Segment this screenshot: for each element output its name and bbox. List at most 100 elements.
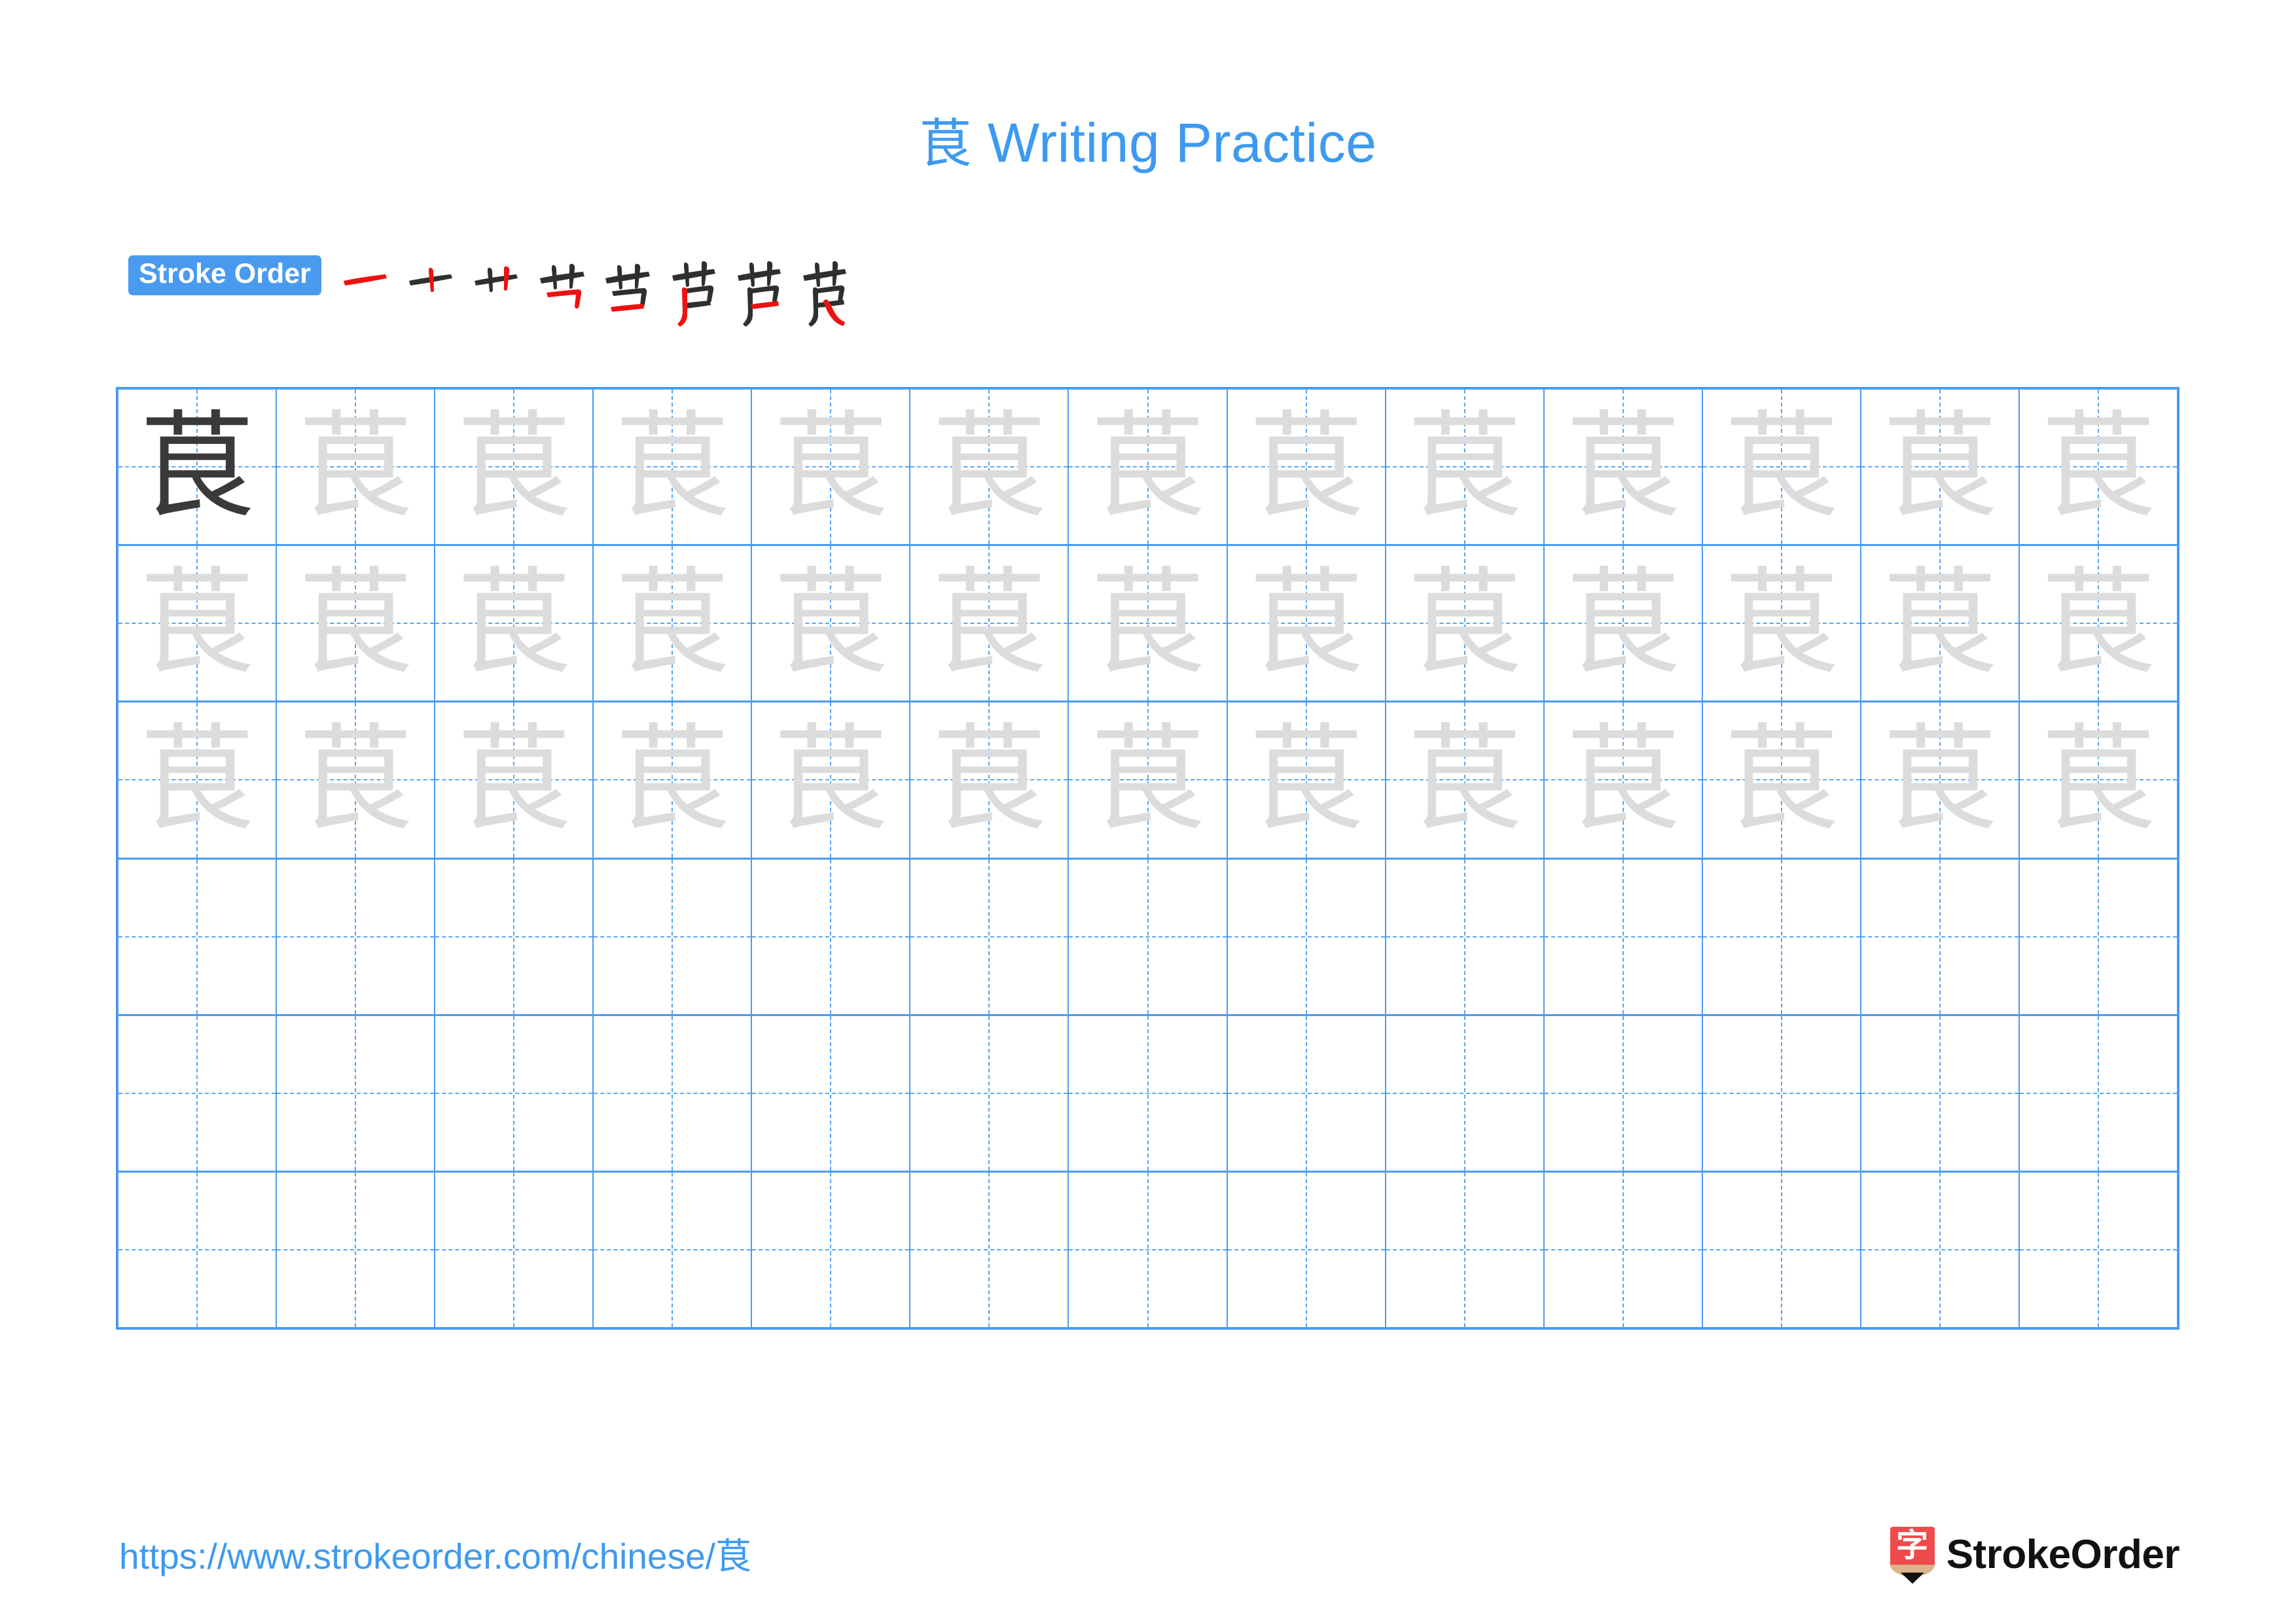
model-character: 茛: [139, 399, 255, 534]
trace-character: 茛: [1407, 712, 1522, 847]
practice-grid-cell[interactable]: 茛: [1228, 546, 1386, 701]
practice-grid-cell[interactable]: [1545, 859, 1703, 1014]
trace-character: 茛: [139, 556, 255, 691]
practice-grid-cell[interactable]: 茛: [2020, 702, 2177, 857]
practice-grid-cell[interactable]: [1861, 1172, 2020, 1328]
practice-grid-cell[interactable]: 茛: [277, 546, 436, 701]
practice-grid-cell[interactable]: [752, 859, 911, 1014]
practice-grid-cell[interactable]: 茛: [1228, 390, 1386, 545]
practice-grid-cell[interactable]: [2020, 1173, 2177, 1327]
practice-grid-cell[interactable]: [435, 1015, 594, 1171]
practice-grid-cell[interactable]: [1386, 859, 1545, 1014]
practice-grid-row: [118, 859, 2177, 1016]
page-title-text: Writing Practice: [972, 112, 1377, 173]
practice-grid-cell[interactable]: [1069, 1172, 1228, 1328]
practice-grid-cell[interactable]: [1069, 859, 1228, 1014]
practice-grid-cell[interactable]: [1228, 1172, 1386, 1328]
stroke-step-7: [728, 252, 794, 331]
practice-grid-cell[interactable]: 茛: [910, 546, 1069, 701]
practice-grid-cell[interactable]: 茛: [277, 702, 436, 858]
practice-grid-cell[interactable]: [118, 859, 278, 1014]
stroke-step-6: [663, 252, 728, 331]
practice-grid-cell[interactable]: 茛: [1861, 702, 2020, 858]
trace-character: 茛: [456, 556, 572, 691]
practice-grid-cell[interactable]: 茛: [1861, 546, 2020, 701]
practice-grid-cell[interactable]: [910, 1015, 1069, 1171]
practice-grid-cell[interactable]: 茛: [118, 702, 278, 858]
practice-grid-cell[interactable]: 茛: [1545, 390, 1703, 545]
practice-grid-cell[interactable]: [910, 1172, 1069, 1328]
practice-grid-cell[interactable]: 茛: [1861, 390, 2020, 545]
practice-grid-cell[interactable]: [1861, 1015, 2020, 1171]
practice-grid-cell[interactable]: 茛: [1545, 702, 1703, 858]
practice-grid-cell[interactable]: [594, 1015, 753, 1171]
practice-grid-cell[interactable]: [752, 1172, 911, 1328]
practice-grid-cell[interactable]: [1545, 1172, 1703, 1328]
practice-grid-cell[interactable]: 茛: [1545, 546, 1703, 701]
practice-grid-cell[interactable]: 茛: [1069, 702, 1228, 858]
page-title: 茛 Writing Practice: [0, 115, 2296, 170]
practice-grid-cell[interactable]: [277, 859, 436, 1014]
practice-grid-cell[interactable]: 茛: [910, 390, 1069, 545]
trace-character: 茛: [139, 712, 255, 847]
practice-grid-cell[interactable]: [1703, 1015, 1861, 1171]
practice-grid-cell[interactable]: [118, 1015, 278, 1171]
stroke-step-3: [467, 252, 532, 331]
practice-grid-cell[interactable]: 茛: [2020, 390, 2177, 544]
trace-character: 茛: [1882, 556, 1998, 691]
practice-grid-cell[interactable]: 茛: [118, 546, 278, 701]
trace-character: 茛: [1248, 712, 1364, 847]
practice-grid-cell[interactable]: [435, 859, 594, 1014]
practice-grid-cell[interactable]: 茛: [910, 702, 1069, 858]
practice-grid-cell[interactable]: 茛: [1386, 546, 1545, 701]
practice-grid-cell[interactable]: [1228, 1015, 1386, 1171]
practice-grid-cell[interactable]: 茛: [594, 546, 753, 701]
practice-grid-cell[interactable]: 茛: [435, 546, 594, 701]
practice-grid-cell[interactable]: [435, 1172, 594, 1328]
practice-grid-cell[interactable]: 茛: [594, 702, 753, 858]
trace-character: 茛: [2040, 556, 2156, 691]
practice-grid-cell[interactable]: 茛: [752, 546, 911, 701]
practice-grid-cell[interactable]: 茛: [2020, 546, 2177, 701]
practice-grid-cell[interactable]: [1703, 859, 1861, 1014]
practice-grid-cell[interactable]: 茛: [118, 390, 278, 545]
practice-grid-cell[interactable]: 茛: [752, 390, 911, 545]
trace-character: 茛: [456, 712, 572, 847]
practice-grid-cell[interactable]: [277, 1172, 436, 1328]
practice-grid-cell[interactable]: [277, 1015, 436, 1171]
practice-grid-cell[interactable]: [1228, 859, 1386, 1014]
practice-grid-cell[interactable]: [594, 859, 753, 1014]
practice-grid-cell[interactable]: 茛: [1703, 546, 1861, 701]
footer-url[interactable]: https://www.strokeorder.com/chinese/茛: [119, 1539, 751, 1575]
practice-grid-cell[interactable]: 茛: [1228, 702, 1386, 858]
practice-grid-cell[interactable]: [118, 1172, 278, 1328]
practice-grid-cell[interactable]: 茛: [1703, 702, 1861, 858]
practice-grid-cell[interactable]: [1386, 1015, 1545, 1171]
practice-grid-cell[interactable]: 茛: [752, 702, 911, 858]
practice-grid-cell[interactable]: 茛: [1386, 702, 1545, 858]
practice-grid-cell[interactable]: [2020, 1016, 2177, 1171]
stroke-step-2: [401, 252, 467, 331]
trace-character: 茛: [1090, 399, 1206, 534]
practice-grid-cell[interactable]: 茛: [1386, 390, 1545, 545]
practice-grid-cell[interactable]: [1703, 1172, 1861, 1328]
trace-character: 茛: [456, 399, 572, 534]
practice-grid-cell[interactable]: [1386, 1172, 1545, 1328]
trace-character: 茛: [773, 712, 889, 847]
practice-grid-cell[interactable]: [2020, 860, 2177, 1014]
brand-logo-block[interactable]: 字 StrokeOrder: [1890, 1525, 2180, 1584]
practice-grid-cell[interactable]: 茛: [435, 390, 594, 545]
practice-grid-cell[interactable]: 茛: [594, 390, 753, 545]
practice-grid-cell[interactable]: [1861, 859, 2020, 1014]
practice-grid-cell[interactable]: 茛: [435, 702, 594, 858]
practice-grid-cell[interactable]: [752, 1015, 911, 1171]
practice-grid-cell[interactable]: 茛: [277, 390, 436, 545]
practice-grid-cell[interactable]: 茛: [1069, 546, 1228, 701]
trace-character: 茛: [1565, 556, 1681, 691]
practice-grid-cell[interactable]: [594, 1172, 753, 1328]
practice-grid-cell[interactable]: 茛: [1703, 390, 1861, 545]
practice-grid-cell[interactable]: [1545, 1015, 1703, 1171]
practice-grid-cell[interactable]: 茛: [1069, 390, 1228, 545]
practice-grid-cell[interactable]: [910, 859, 1069, 1014]
practice-grid-cell[interactable]: [1069, 1015, 1228, 1171]
